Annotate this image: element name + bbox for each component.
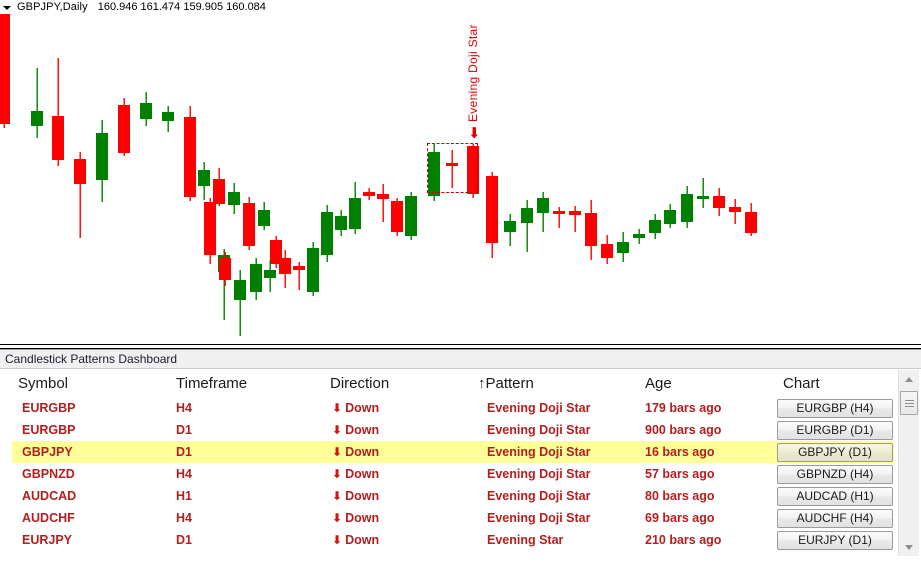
- cell-symbol: AUDCHF: [22, 511, 75, 525]
- arrow-down-icon: ⬇: [332, 401, 343, 415]
- cell-age: 80 bars ago: [645, 489, 715, 503]
- triangle-down-icon: [905, 544, 913, 550]
- cell-direction: ⬇ Down: [332, 485, 472, 507]
- open-chart-button[interactable]: AUDCAD (H1): [777, 486, 893, 506]
- triangle-down-icon[interactable]: [3, 3, 12, 12]
- arrow-down-icon: ⬇: [332, 423, 343, 437]
- cell-direction: ⬇ Down: [332, 419, 472, 441]
- column-header-timeframe[interactable]: Timeframe: [176, 370, 321, 397]
- cell-chart: GBPNZD (H4): [777, 463, 893, 485]
- cell-direction: ⬇ Down: [332, 507, 472, 529]
- cell-timeframe: D1: [176, 423, 192, 437]
- cell-pattern: Evening Star: [487, 533, 564, 547]
- dashboard-titlebar: Candlestick Patterns Dashboard: [0, 350, 921, 369]
- arrow-down-icon: ⬇: [332, 445, 343, 459]
- cell-symbol: GBPNZD: [22, 467, 75, 481]
- cell-pattern: Evening Doji Star: [487, 489, 591, 503]
- direction-label: Down: [345, 467, 380, 481]
- column-header-chart[interactable]: Chart: [783, 370, 893, 397]
- cell-chart: AUDCHF (H4): [777, 507, 893, 529]
- table-scrollbar[interactable]: [898, 370, 919, 556]
- cell-age: 900 bars ago: [645, 423, 722, 437]
- grip-line: [905, 403, 914, 404]
- cell-age: 16 bars ago: [645, 445, 715, 459]
- direction-label: Down: [345, 423, 380, 437]
- candlestick-patterns-dashboard: Candlestick Patterns Dashboard Symbol Ti…: [0, 349, 921, 575]
- cell-timeframe: H1: [176, 489, 192, 503]
- price-chart-area[interactable]: GBPJPY,Daily 160.946 161.474 159.905 160…: [0, 0, 921, 345]
- cell-pattern: Evening Doji Star: [487, 401, 591, 415]
- patterns-table: Symbol Timeframe Direction ↑Pattern Age …: [0, 370, 921, 575]
- scroll-up-button[interactable]: [899, 370, 919, 388]
- open-chart-button[interactable]: AUDCHF (H4): [777, 508, 893, 528]
- arrow-down-icon: ⬇: [332, 489, 343, 503]
- table-row[interactable]: EURGBP H4 ⬇ Down Evening Doji Star 179 bars a…: [0, 397, 894, 419]
- direction-label: Down: [345, 445, 380, 459]
- cell-age: 69 bars ago: [645, 511, 715, 525]
- column-header-pattern[interactable]: ↑Pattern: [478, 370, 638, 397]
- arrow-down-icon: ⬇: [332, 511, 343, 525]
- cell-symbol: EURGBP: [22, 423, 76, 437]
- direction-label: Down: [345, 511, 380, 525]
- cell-pattern: Evening Doji Star: [487, 511, 591, 525]
- cell-symbol: AUDCAD: [22, 489, 77, 503]
- cell-direction: ⬇ Down: [332, 397, 472, 419]
- table-row[interactable]: EURGBP D1 ⬇ Down Evening Doji Star 900 bars a…: [0, 419, 894, 441]
- row-gutter: [0, 441, 12, 463]
- triangle-up-icon: [905, 376, 913, 382]
- scrollbar-thumb[interactable]: [900, 391, 918, 415]
- arrow-down-icon: ⬇: [332, 467, 343, 481]
- direction-label: Down: [345, 489, 380, 503]
- grip-line: [905, 400, 914, 401]
- direction-label: Down: [345, 533, 380, 547]
- cell-direction: ⬇ Down: [332, 441, 472, 463]
- table-header-row: Symbol Timeframe Direction ↑Pattern Age …: [0, 370, 894, 397]
- cell-age: 57 bars ago: [645, 467, 715, 481]
- cell-chart: AUDCAD (H1): [777, 485, 893, 507]
- cell-timeframe: H4: [176, 511, 192, 525]
- table-row[interactable]: AUDCAD H1 ⬇ Down Evening Doji Star 80 bars ag…: [0, 485, 894, 507]
- cell-symbol: GBPJPY: [22, 445, 73, 459]
- table-row[interactable]: AUDCHF H4 ⬇ Down Evening Doji Star 69 bars ag…: [0, 507, 894, 529]
- column-header-direction[interactable]: Direction: [330, 370, 470, 397]
- cell-chart: GBPJPY (D1): [777, 441, 893, 463]
- column-header-symbol[interactable]: Symbol: [18, 370, 168, 397]
- chart-titlebar: GBPJPY,Daily 160.946 161.474 159.905 160…: [0, 0, 921, 14]
- open-chart-button[interactable]: GBPNZD (H4): [777, 464, 893, 484]
- application-window: GBPJPY,Daily 160.946 161.474 159.905 160…: [0, 0, 921, 575]
- cell-pattern: Evening Doji Star: [487, 445, 591, 459]
- cell-direction: ⬇ Down: [332, 463, 472, 485]
- table-row[interactable]: GBPJPY D1 ⬇ Down Evening Doji Star 16 bars ag…: [0, 441, 894, 463]
- cell-age: 210 bars ago: [645, 533, 722, 547]
- cell-direction: ⬇ Down: [332, 529, 472, 551]
- cell-chart: EURGBP (H4): [777, 397, 893, 419]
- open-chart-button[interactable]: GBPJPY (D1): [777, 442, 893, 462]
- table-row[interactable]: GBPNZD H4 ⬇ Down Evening Doji Star 57 bars ag…: [0, 463, 894, 485]
- candlestick-series: [0, 14, 757, 336]
- table-row[interactable]: EURJPY D1 ⬇ Down Evening Star 210 bars ago EUR…: [0, 529, 894, 551]
- cell-age: 179 bars ago: [645, 401, 722, 415]
- cell-timeframe: D1: [176, 533, 192, 547]
- chart-ohlc-readout: 160.946 161.474 159.905 160.084: [97, 1, 266, 13]
- cell-pattern: Evening Doji Star: [487, 467, 591, 481]
- open-chart-button[interactable]: EURGBP (H4): [777, 398, 893, 418]
- cell-chart: EURJPY (D1): [777, 529, 893, 551]
- panel-title: Candlestick Patterns Dashboard: [5, 352, 178, 366]
- direction-label: Down: [345, 401, 380, 415]
- cell-symbol: EURGBP: [22, 401, 76, 415]
- cell-timeframe: D1: [176, 445, 192, 459]
- grip-line: [905, 406, 914, 407]
- column-header-age[interactable]: Age: [645, 370, 775, 397]
- open-chart-button[interactable]: EURGBP (D1): [777, 420, 893, 440]
- cell-timeframe: H4: [176, 467, 192, 481]
- cell-timeframe: H4: [176, 401, 192, 415]
- cell-pattern: Evening Doji Star: [487, 423, 591, 437]
- chart-symbol-label: GBPJPY,Daily: [17, 1, 88, 13]
- cell-chart: EURGBP (D1): [777, 419, 893, 441]
- open-chart-button[interactable]: EURJPY (D1): [777, 530, 893, 550]
- scroll-down-button[interactable]: [899, 538, 919, 556]
- arrow-down-icon: ⬇: [332, 533, 343, 547]
- cell-symbol: EURJPY: [22, 533, 73, 547]
